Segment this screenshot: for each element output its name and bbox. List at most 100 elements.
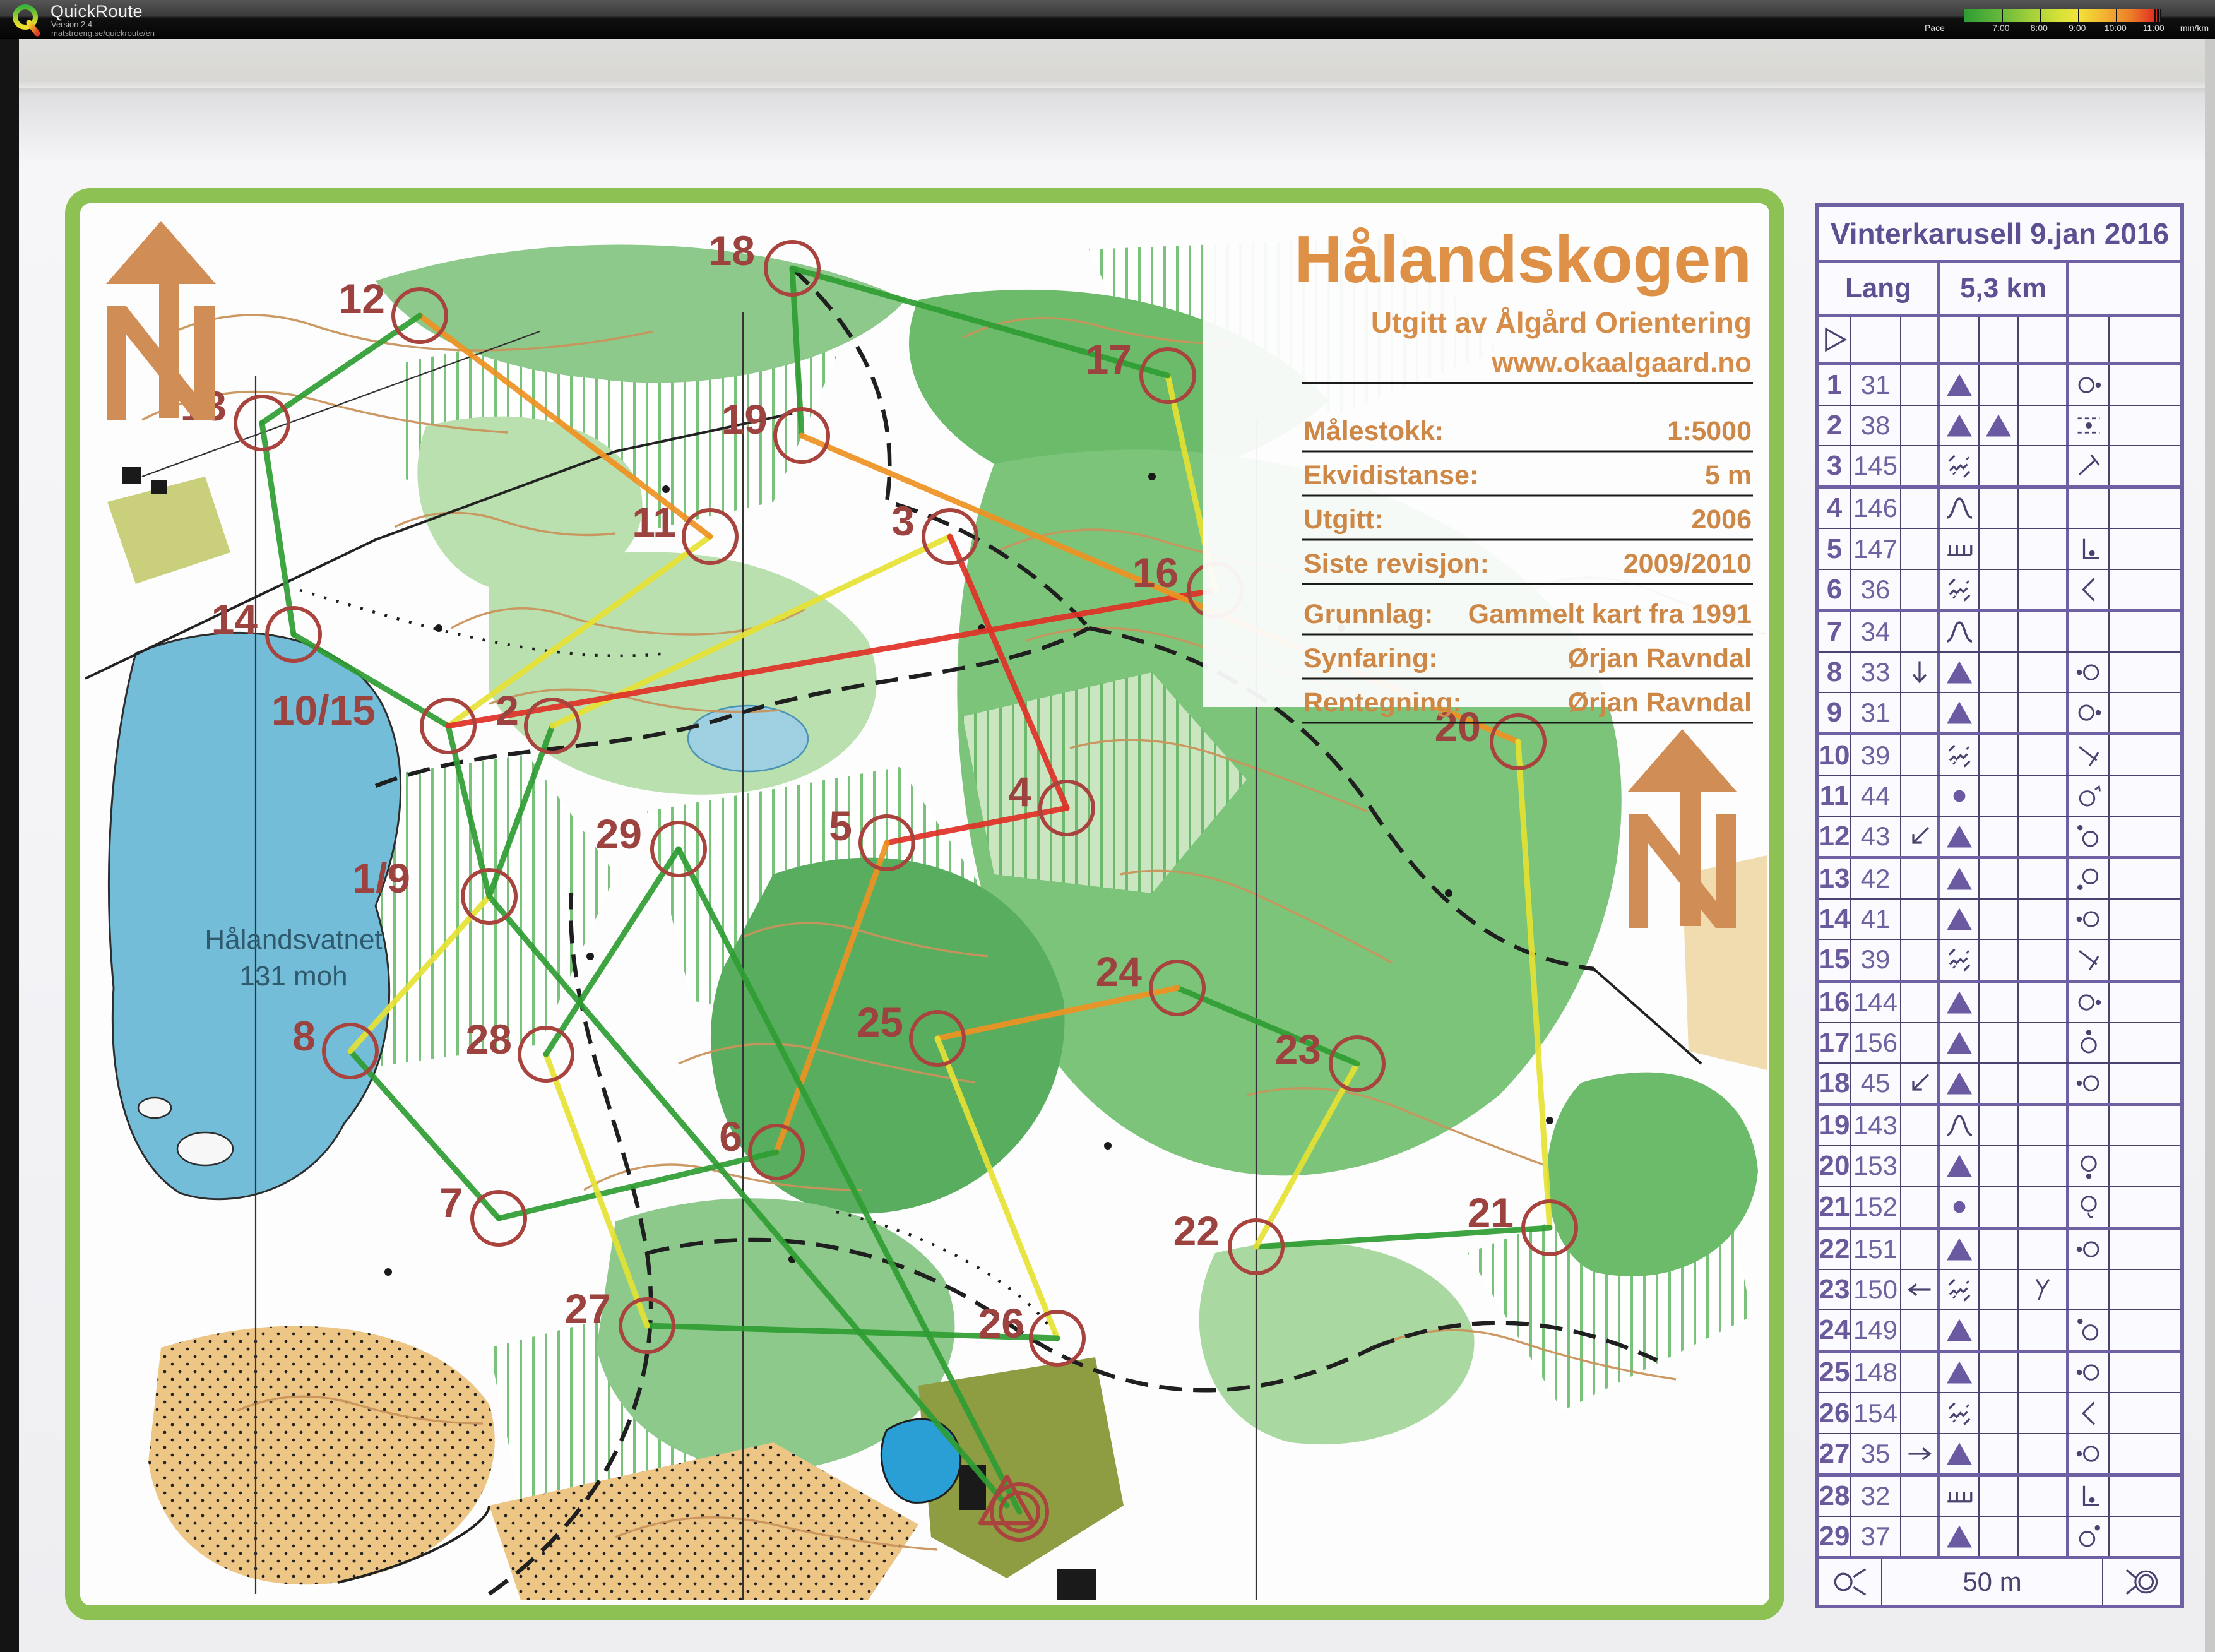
col-g-symbol [2069,1146,2110,1186]
col-g-symbol [2069,1187,2110,1226]
col-f-symbol [2019,940,2069,979]
col-f-symbol [2019,983,2069,1022]
control-label: 25 [857,999,903,1045]
col-d-symbol [1940,817,1980,856]
col-d-symbol [1940,1477,1980,1516]
control-row: 6 36 [1819,569,2180,609]
col-f-symbol [2019,406,2069,445]
col-c-symbol [1901,1477,1940,1516]
finish-icon [2115,1565,2168,1599]
course-header-blank [2069,263,2180,314]
control-number: 26 [1819,1393,1851,1432]
col-g-symbol [2069,1353,2110,1392]
control-row: 14 41 [1819,898,2180,939]
col-h-symbol [2110,1230,2180,1269]
control-number: 8 [1819,653,1851,692]
control-code: 156 [1851,1023,1901,1062]
control-number: 29 [1819,1517,1851,1556]
pace-marker [2157,9,2159,23]
control-code: 35 [1851,1434,1901,1473]
col-f-symbol [2019,1146,2069,1186]
credit-value: Ørjan Ravndal [1567,643,1752,674]
col-f-symbol [2019,1106,2069,1145]
scan-background: Hålandsvatnet 131 moh 1/9234567810/15111… [0,38,2215,1652]
col-f-symbol [2019,859,2069,898]
col-h-symbol [2110,983,2180,1022]
event-title: Vinterkarusell 9.jan 2016 [1819,207,2180,263]
col-e-symbol [1980,446,2019,485]
col-d-symbol [1940,446,1980,485]
col-d-symbol [1940,693,1980,732]
col-e-symbol [1980,1310,2019,1350]
col-h-symbol [2110,1517,2180,1556]
col-h-symbol [2110,446,2180,485]
control-number: 25 [1819,1353,1851,1392]
col-f-symbol [2019,653,2069,692]
col-g-symbol [2069,1434,2110,1473]
col-g-symbol [2069,817,2110,856]
col-e-symbol [1980,1064,2019,1103]
col-g-symbol [2069,1477,2110,1516]
col-c-symbol [1901,1434,1940,1473]
col-f-symbol [2019,1310,2069,1350]
control-number: 15 [1819,940,1851,979]
col-c-symbol [1901,365,1940,405]
control-number: 13 [1819,859,1851,898]
col-g-symbol [2069,570,2110,609]
col-f-symbol [2019,612,2069,651]
col-f-symbol [2019,1187,2069,1226]
control-number: 9 [1819,693,1851,732]
col-h-symbol [2110,1023,2180,1062]
col-d-symbol [1940,529,1980,568]
col-f-symbol [2019,1230,2069,1269]
pace-tick [2154,9,2156,22]
control-label: 27 [565,1285,611,1332]
control-code: 39 [1851,940,1901,979]
app-url: matstroeng.se/quickroute/en [51,28,155,38]
pace-tick [2078,9,2079,22]
control-code: 32 [1851,1477,1901,1516]
control-code: 143 [1851,1106,1901,1145]
control-label: 5 [829,802,852,849]
col-c-symbol [1901,1146,1940,1186]
col-c-symbol [1901,406,1940,445]
control-description-card: Vinterkarusell 9.jan 2016 Lang 5,3 km [1815,203,2184,1608]
col-h-symbol [2110,900,2180,939]
col-h-symbol [2110,1146,2180,1186]
col-c-symbol [1901,1517,1940,1556]
col-c-symbol [1901,1064,1940,1103]
control-code: 152 [1851,1187,1901,1226]
pace-tick [2116,9,2117,22]
col-h-symbol [2110,653,2180,692]
control-code: 38 [1851,406,1901,445]
col-d-symbol [1940,406,1980,445]
col-e-symbol [1980,983,2019,1022]
credit-label: Synfaring: [1303,643,1438,674]
meta-value: 2009/2010 [1624,549,1752,579]
col-e-symbol [1980,1434,2019,1473]
col-h-symbol [2110,1353,2180,1392]
control-number: 17 [1819,1023,1851,1062]
orienteering-map[interactable]: Hålandsvatnet 131 moh 1/9234567810/15111… [47,148,1808,1632]
col-d-symbol [1940,365,1980,405]
pace-tick-label: 11:00 [2143,23,2165,33]
col-d-symbol [1940,612,1980,651]
col-h-symbol [2110,612,2180,651]
control-number: 23 [1819,1270,1851,1309]
col-g-symbol [2069,1106,2110,1145]
pace-tick-label: 8:00 [2031,23,2048,33]
map-website: www.okaalgaard.no [1491,347,1752,378]
control-row: 29 37 [1819,1516,2180,1556]
control-number: 6 [1819,570,1851,609]
control-code: 42 [1851,859,1901,898]
col-d-symbol [1940,1310,1980,1350]
col-h-symbol [2110,365,2180,405]
meta-value: 2006 [1691,504,1752,535]
pace-legend: Pace 7:008:009:0010:0011:00 min/km [1925,5,2209,37]
control-code: 31 [1851,365,1901,405]
course-length: 5,3 km [1940,263,2069,314]
control-code: 31 [1851,693,1901,732]
map-title-block: Hålandskogen Utgitt av Ålgård Orienterin… [1203,208,1764,723]
start-symbol-cell [1819,317,1851,362]
col-f-symbol [2019,570,2069,609]
